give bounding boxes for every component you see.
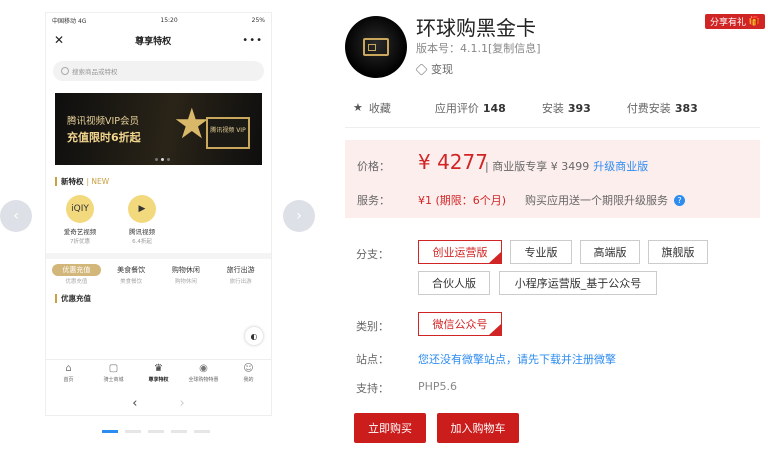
site-register-link[interactable]: 您还没有微擎站点，请先下载并注册微擎 <box>418 351 616 367</box>
category-item: 旅行出游 旅行出游 <box>226 266 255 285</box>
carousel-indicators <box>102 430 210 433</box>
carousel-dot[interactable] <box>171 430 187 433</box>
paid-install-stat: 付费安装 383 <box>626 101 698 115</box>
add-to-cart-button[interactable]: 加入购物车 <box>437 413 519 443</box>
section-new-title: 新特权 | NEW <box>55 175 262 187</box>
app-item: iQIY 爱奇艺视频 7折优惠 <box>60 195 100 245</box>
install-stat: 安装 393 <box>541 101 591 115</box>
star-icon: ★ <box>173 99 211 148</box>
screenshot-carousel: ‹ › 中国移动 4G 15:20 25% ✕ 尊享特权 ••• 搜索商品或特权… <box>0 0 330 453</box>
tag-icon <box>415 62 428 76</box>
type-label: 类别： <box>356 320 389 333</box>
tab-mall: ▢ 骑士商城 <box>91 360 136 389</box>
crown-icon: ♛ <box>154 363 163 374</box>
floating-icon: ◐ <box>245 327 263 345</box>
upgrade-business-link[interactable]: 升级商业版 <box>593 160 648 173</box>
product-stats: ★ 收藏 应用评价 148 安装 393 付费安装 383 <box>345 88 760 128</box>
card-icon <box>363 38 389 56</box>
site-label: 站点： <box>356 353 389 366</box>
service-note: 购买应用送一个期限升级服务? <box>525 192 685 208</box>
tv-icon: 腾讯视频 VIP <box>206 117 250 149</box>
service-label: 服务： <box>357 194 390 207</box>
gift-icon: 🎁 <box>748 16 761 27</box>
branch-option[interactable]: 旗舰版 <box>648 240 708 264</box>
category-item: 购物休闲 购物休闲 <box>171 266 200 285</box>
product-title: 环球购黑金卡 <box>416 16 536 40</box>
price-panel: 价格： ¥ 4277 | 商业版专享 ¥ 3499 升级商业版 服务： ¥1 (期… <box>345 140 760 218</box>
battery-text: 25% <box>251 16 265 24</box>
search-icon <box>61 67 69 75</box>
home-icon: ⌂ <box>65 363 72 374</box>
network-text: 4G <box>77 17 87 25</box>
section-recharge-title: 优惠充值 <box>55 293 262 304</box>
tab-mine: ☺ 我的 <box>226 360 271 389</box>
tab-home: ⌂ 首页 <box>46 360 91 389</box>
carousel-dot[interactable] <box>194 430 210 433</box>
globe-icon: ◉ <box>199 363 208 374</box>
close-icon: ✕ <box>54 33 65 47</box>
branch-option[interactable]: 高端版 <box>580 240 640 264</box>
banner-dots <box>155 158 170 161</box>
phone-screenshot: 中国移动 4G 15:20 25% ✕ 尊享特权 ••• 搜索商品或特权 腾讯视… <box>45 12 272 416</box>
promo-banner: 腾讯视频VIP会员 充值限时6折起 ★ 腾讯视频 VIP <box>55 93 262 165</box>
app-list: iQIY 爱奇艺视频 7折优惠 ▶ 腾讯视频 6.4折起 <box>60 195 271 245</box>
banner-line2: 充值限时6折起 <box>67 131 141 144</box>
search-placeholder: 搜索商品或特权 <box>72 68 118 76</box>
support-value: PHP5.6 <box>418 380 458 393</box>
branch-option[interactable]: 小程序运营版_基于公众号 <box>499 271 657 295</box>
carousel-dot[interactable] <box>102 430 118 433</box>
phone-tab-bar: ⌂ 首页 ▢ 骑士商城 ♛ 尊享特权 ◉ 全球购物特惠 ☺ 我的 <box>46 359 271 389</box>
category-tabs: 优惠充值 优惠充值 美食餐饮 美食餐饮 购物休闲 购物休闲 旅行出游 旅行出游 <box>46 259 271 285</box>
price-value: ¥ 4277 <box>418 150 488 174</box>
user-icon: ☺ <box>243 363 254 374</box>
business-price: | 商业版专享 ¥ 3499 升级商业版 <box>485 160 649 173</box>
phone-page-title: 尊享特权 <box>135 36 172 47</box>
branch-label: 分支： <box>356 248 389 261</box>
carousel-dot[interactable] <box>125 430 141 433</box>
category-item: 美食餐饮 美食餐饮 <box>117 266 146 285</box>
branch-option[interactable]: 专业版 <box>510 240 572 264</box>
app-item: ▶ 腾讯视频 6.4折起 <box>122 195 162 245</box>
chevron-right-icon: › <box>179 395 185 411</box>
chevron-left-icon: ‹ <box>132 395 138 411</box>
phone-nav-bar: ✕ 尊享特权 ••• <box>46 27 271 53</box>
phone-status-bar: 中国移动 4G 15:20 25% <box>46 13 271 27</box>
monetize-tag: 变现 <box>415 61 453 77</box>
banner-line1: 腾讯视频VIP会员 <box>67 116 140 127</box>
tab-privileges: ♛ 尊享特权 <box>136 360 181 389</box>
chevron-left-icon: ‹ <box>13 208 19 224</box>
play-icon: ▶ <box>128 195 156 223</box>
favorite-button[interactable]: ★ 收藏 <box>353 100 391 116</box>
chevron-right-icon: › <box>296 208 302 224</box>
iqiyi-icon: iQIY <box>66 195 94 223</box>
category-item: 优惠充值 优惠充值 <box>52 264 101 285</box>
branch-option[interactable]: 创业运营版 <box>418 240 502 264</box>
phone-search-bar: 搜索商品或特权 <box>53 61 264 81</box>
product-logo <box>345 16 407 78</box>
carousel-dot[interactable] <box>148 430 164 433</box>
rating-stat: 应用评价 148 <box>434 101 506 115</box>
more-icon: ••• <box>242 34 263 46</box>
carousel-prev-button[interactable]: ‹ <box>0 200 32 232</box>
star-icon: ★ <box>353 101 363 114</box>
tab-global: ◉ 全球购物特惠 <box>181 360 226 389</box>
help-icon[interactable]: ? <box>674 194 685 206</box>
carousel-next-button[interactable]: › <box>283 200 315 232</box>
buy-now-button[interactable]: 立即购买 <box>354 413 426 443</box>
support-label: 支持： <box>356 382 389 395</box>
time-text: 15:20 <box>160 16 178 24</box>
product-version[interactable]: 版本号：4.1.1[复制信息] <box>416 40 541 56</box>
carrier-text: 中国移动 <box>52 17 77 25</box>
branch-option[interactable]: 合伙人版 <box>418 271 490 295</box>
price-label: 价格： <box>357 160 390 173</box>
share-button[interactable]: 分享有礼 🎁 <box>705 14 765 29</box>
type-option[interactable]: 微信公众号 <box>418 312 502 336</box>
mall-icon: ▢ <box>108 363 119 374</box>
service-value: ¥1 (期限：6个月) <box>418 194 507 207</box>
phone-pager: ‹ › <box>46 391 271 415</box>
